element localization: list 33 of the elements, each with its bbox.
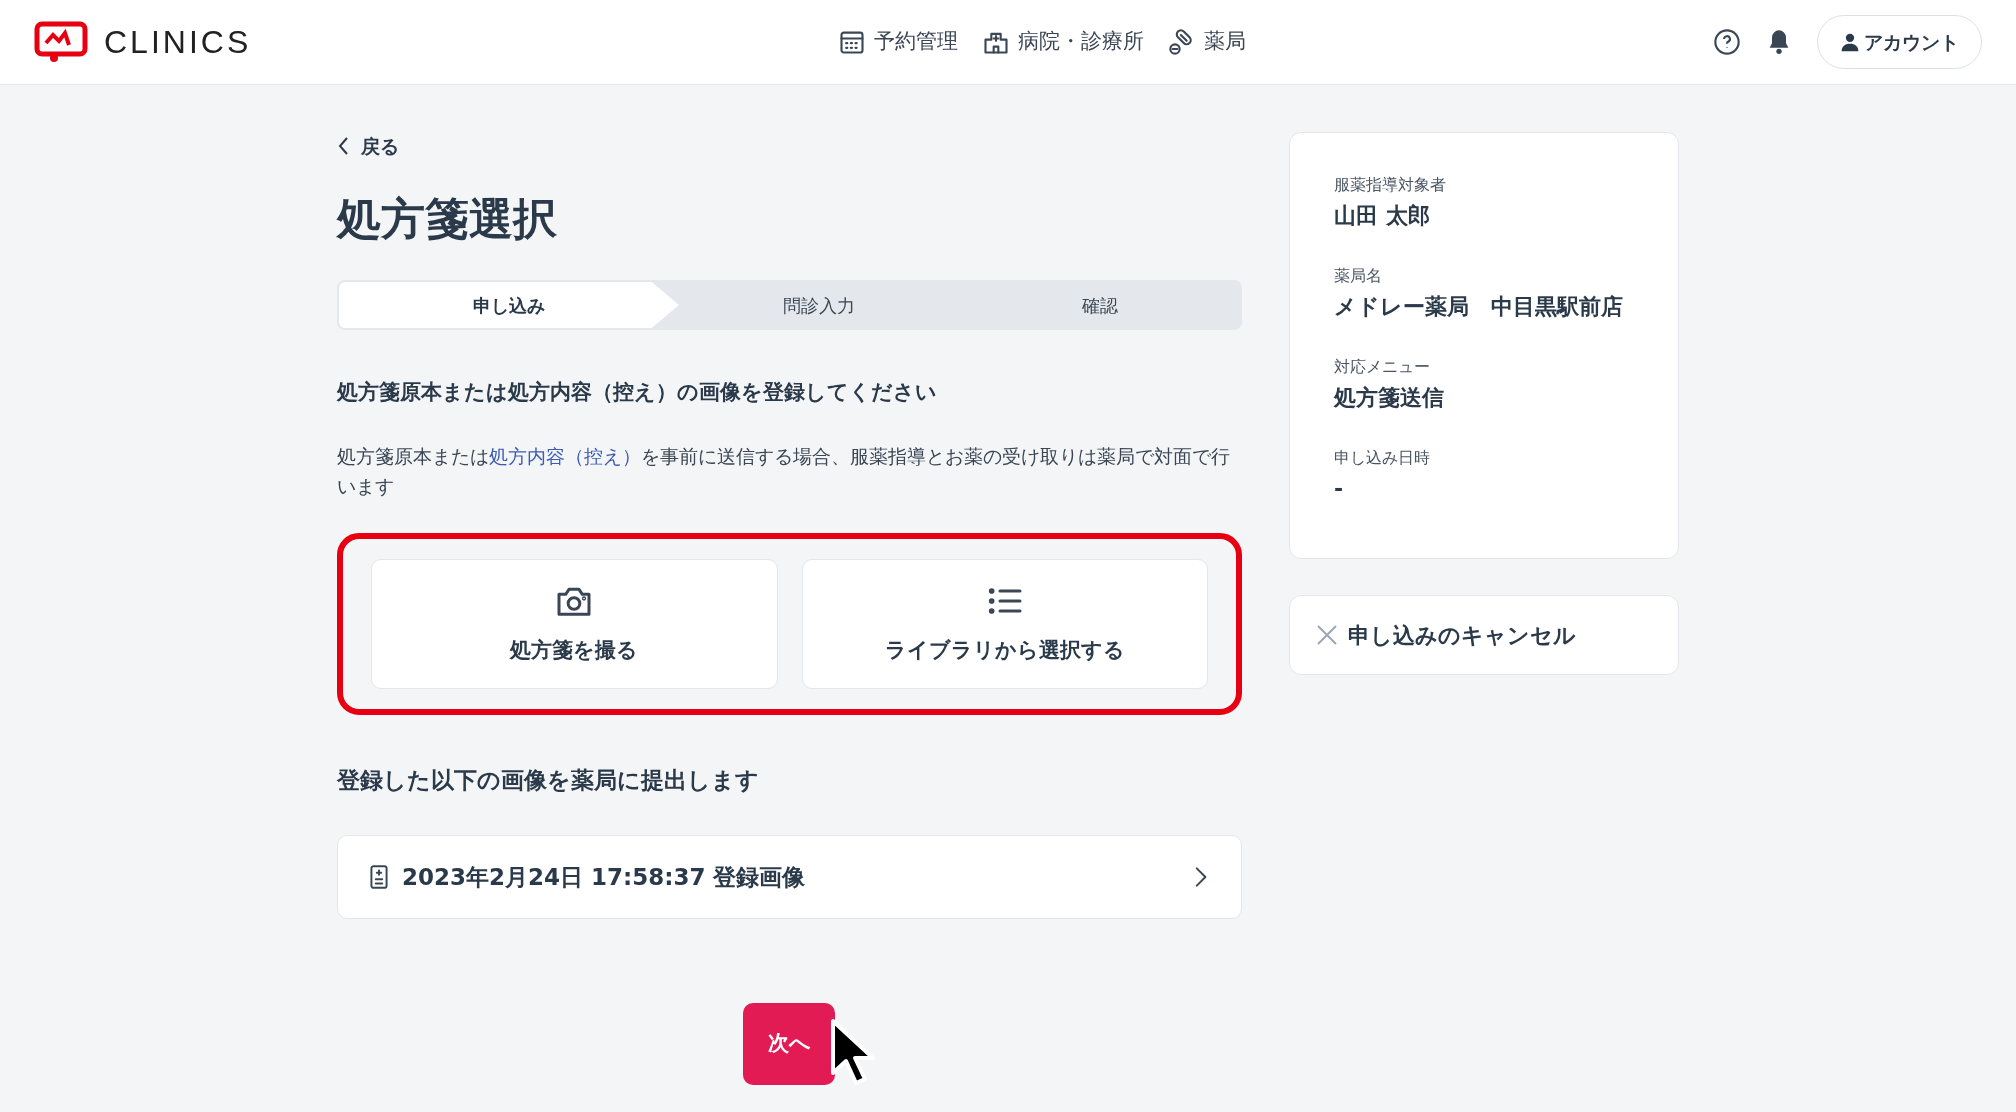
summary-value: メドレー薬局 中目黒駅前店: [1334, 293, 1624, 321]
chevron-left-icon: [337, 136, 351, 157]
nav-link[interactable]: 病院・診療所: [982, 26, 1145, 58]
step-label: 確認: [1080, 293, 1119, 318]
logo-icon: [34, 21, 88, 63]
help-icon[interactable]: [1713, 28, 1741, 56]
submitted-heading: 登録した以下の画像を薬局に提出します: [337, 767, 760, 795]
image-row[interactable]: 2023年2月24日 17:58:37 登録画像: [337, 834, 1242, 919]
summary-value: 山田 太郎: [1334, 202, 1431, 230]
step-label: 問診入力: [782, 293, 857, 318]
back-link[interactable]: 戻る: [337, 132, 399, 161]
description-link[interactable]: 処方内容（控え）: [489, 445, 641, 468]
upload-option-button[interactable]: ライブラリから選択する: [801, 559, 1208, 690]
nav-link[interactable]: 薬局: [1168, 26, 1247, 58]
close-icon: [1316, 624, 1338, 646]
instruction-heading: 処方箋原本または処方内容（控え）の画像を登録してください: [337, 380, 938, 406]
description-text: 処方箋原本または処方内容（控え）を事前に送信する場合、服薬指導とお薬の受け取りは薬局で対面で行います: [337, 444, 1231, 500]
summary-label: 対応メニュー: [1334, 356, 1431, 378]
summary-value: -: [1334, 475, 1345, 503]
person-icon: [1840, 32, 1860, 52]
account-button[interactable]: アカウント: [1817, 14, 1982, 70]
summary-label: 服薬指導対象者: [1334, 174, 1447, 196]
nav-link[interactable]: 予約管理: [838, 26, 959, 58]
logo-text: CLINICS: [104, 23, 252, 62]
summary-value: 処方箋送信: [1334, 384, 1445, 412]
image-label: 2023年2月24日 17:58:37 登録画像: [402, 862, 807, 892]
summary-label: 薬局名: [1334, 265, 1383, 287]
summary-label: 申し込み日時: [1334, 447, 1431, 469]
next-button[interactable]: 次へ: [743, 1002, 835, 1085]
step-label: 申し込み: [339, 282, 679, 329]
cancel-button[interactable]: 申し込みのキャンセル: [1289, 595, 1679, 675]
page-title: 処方箋選択: [337, 193, 558, 247]
upload-option-button[interactable]: 処方箋を撮る: [371, 559, 778, 690]
